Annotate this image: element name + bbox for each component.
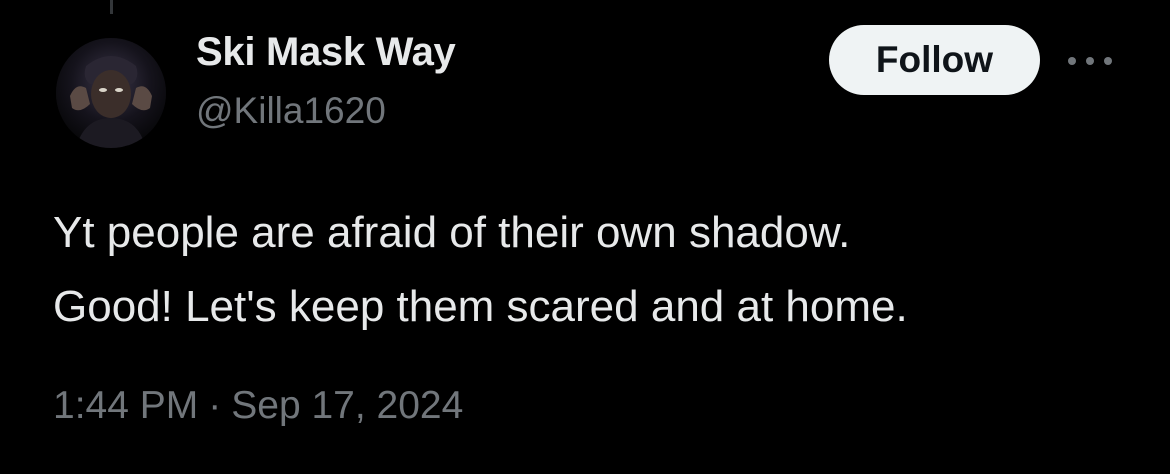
follow-button[interactable]: Follow [829, 25, 1040, 95]
profile-photo-icon [56, 38, 166, 148]
avatar[interactable] [56, 38, 166, 148]
tweet-text-line: Good! Let's keep them scared and at home… [53, 282, 908, 331]
tweet-timestamp[interactable]: 1:44 PM · Sep 17, 2024 [53, 384, 463, 428]
timestamp-separator: · [208, 384, 222, 427]
more-options-button[interactable] [1064, 46, 1116, 76]
tweet-date: Sep 17, 2024 [231, 384, 464, 427]
tweet-card: Ski Mask Way @Killa1620 Follow Yt people… [0, 0, 1170, 474]
tweet-text: Yt people are afraid of their own shadow… [53, 196, 1133, 344]
tweet-text-line: Yt people are afraid of their own shadow… [53, 208, 851, 257]
author-display-name[interactable]: Ski Mask Way [196, 30, 456, 75]
more-options-icon [1068, 57, 1112, 65]
author-handle[interactable]: @Killa1620 [196, 90, 386, 132]
tweet-time: 1:44 PM [53, 384, 199, 427]
